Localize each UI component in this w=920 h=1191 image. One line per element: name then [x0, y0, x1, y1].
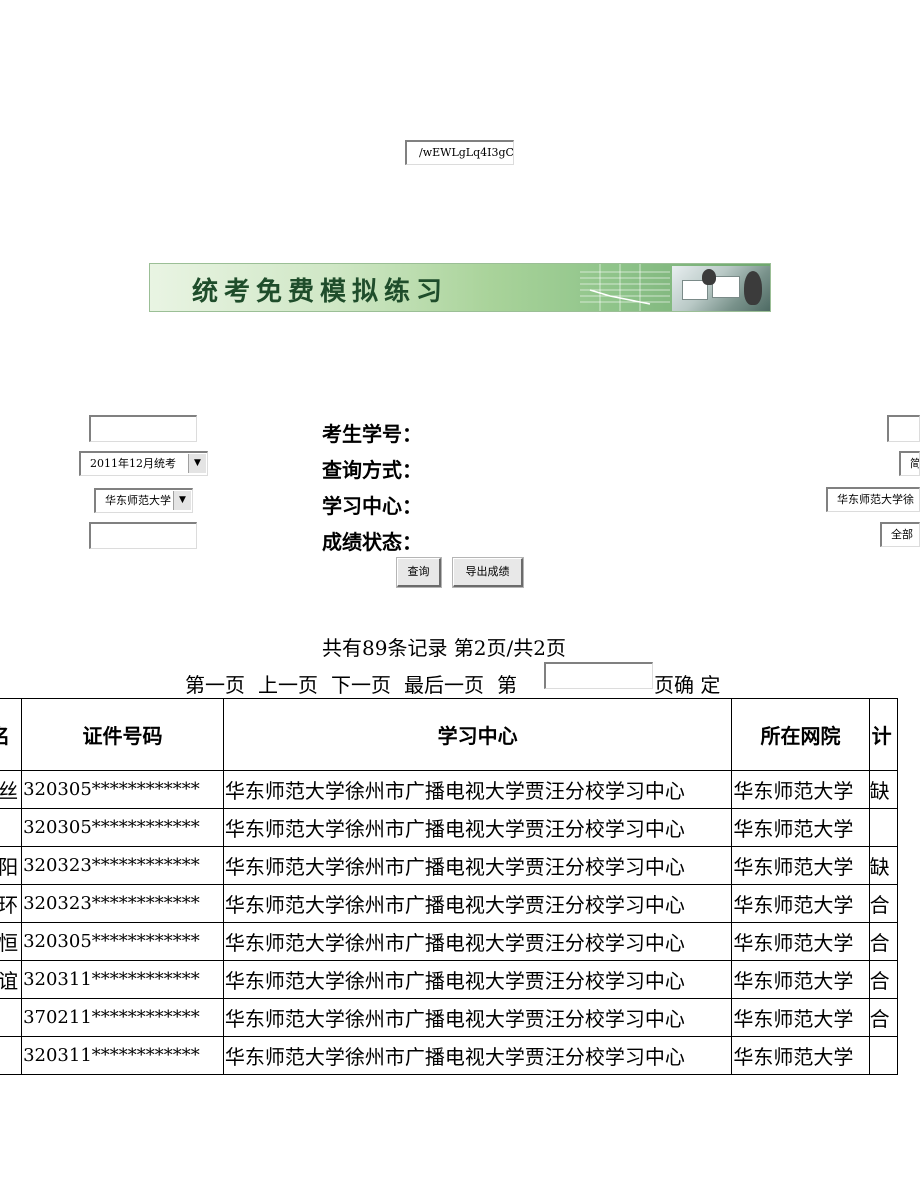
cell-center: 华东师范大学徐州市广播电视大学贾汪分校学习中心 [222, 998, 733, 1037]
school-select-value: 华东师范大学 [105, 494, 171, 507]
label-query-method: 查询方式： [322, 458, 422, 482]
goto-confirm-button[interactable]: 页确 定 [654, 669, 720, 698]
cell-school: 华东师范大学 [731, 960, 870, 999]
cell-plan: 合 [868, 922, 899, 961]
table-row: 320305************ 华东师范大学徐州市广播电视大学贾汪分校学习中… [0, 808, 899, 847]
cell-id: 320323************ [21, 846, 224, 885]
table-row: 320311************ 华东师范大学徐州市广播电视大学贾汪分校学习中… [0, 1036, 899, 1075]
cell-id: 320311************ [21, 1036, 224, 1075]
cell-name [0, 808, 23, 847]
cell-name: 谊 [0, 960, 23, 999]
cell-school: 华东师范大学 [731, 998, 870, 1037]
label-learning-center: 学习中心： [322, 494, 422, 518]
cell-plan: 缺 [868, 770, 899, 809]
label-score-status: 成绩状态： [322, 530, 422, 554]
goto-page-input[interactable] [544, 662, 653, 689]
cell-id: 320305************ [21, 808, 224, 847]
cell-plan [868, 1036, 899, 1075]
cell-id: 320311************ [21, 960, 224, 999]
cell-school: 华东师范大学 [731, 884, 870, 923]
school-select[interactable]: 华东师范大学 ▼ [94, 488, 193, 513]
header-name: 名 [0, 698, 23, 771]
cell-center: 华东师范大学徐州市广播电视大学贾汪分校学习中心 [222, 808, 733, 847]
cell-plan [868, 808, 899, 847]
header-id: 证件号码 [21, 698, 224, 771]
record-summary: 共有89条记录 第2页/共2页 [322, 636, 566, 660]
text-input-left-1[interactable] [89, 415, 197, 442]
query-method-value: 简 [910, 457, 920, 470]
text-input-left-2[interactable] [89, 522, 197, 549]
cell-id: 320323************ [21, 884, 224, 923]
chevron-down-icon[interactable]: ▼ [188, 454, 206, 473]
cell-school: 华东师范大学 [731, 808, 870, 847]
score-status-value: 全部 [891, 528, 913, 541]
banner: 统考免费模拟练习 [149, 263, 771, 312]
cell-name: 恒 [0, 922, 23, 961]
cell-plan: 合 [868, 884, 899, 923]
cell-plan: 合 [868, 998, 899, 1037]
cell-school: 华东师范大学 [731, 770, 870, 809]
pagination-bar: 第一页 上一页 下一页 最后一页第 [185, 669, 517, 698]
cell-id: 320305************ [21, 922, 224, 961]
cell-name [0, 1036, 23, 1075]
cell-name: 环 [0, 884, 23, 923]
cell-school: 华东师范大学 [731, 1036, 870, 1075]
cell-center: 华东师范大学徐州市广播电视大学贾汪分校学习中心 [222, 1036, 733, 1075]
learning-center-select[interactable]: 华东师范大学徐 [826, 487, 920, 512]
cell-center: 华东师范大学徐州市广播电视大学贾汪分校学习中心 [222, 846, 733, 885]
banner-title: 统考免费模拟练习 [192, 277, 449, 307]
cell-center: 华东师范大学徐州市广播电视大学贾汪分校学习中心 [222, 922, 733, 961]
header-center: 学习中心 [222, 698, 733, 771]
student-id-input[interactable] [887, 415, 920, 442]
cell-id: 320305************ [21, 770, 224, 809]
table-row: 谊 320311************ 华东师范大学徐州市广播电视大学贾汪分校学习… [0, 960, 899, 999]
exam-select[interactable]: 2011年12月统考 ▼ [79, 451, 208, 476]
prev-page-link[interactable]: 上一页 [258, 669, 318, 698]
next-page-link[interactable]: 下一页 [331, 669, 391, 698]
query-method-select[interactable]: 简 [899, 451, 920, 476]
cell-center: 华东师范大学徐州市广播电视大学贾汪分校学习中心 [222, 770, 733, 809]
results-table: 名 证件号码 学习中心 所在网院 计 丝320305************华东… [0, 698, 899, 1075]
header-school: 所在网院 [731, 698, 870, 771]
table-row: 370211************ 华东师范大学徐州市广播电视大学贾汪分校学习中… [0, 998, 899, 1037]
table-row: 阳 320323************ 华东师范大学徐州市广播电视大学贾汪分校学习… [0, 846, 899, 885]
banner-decoration [580, 264, 670, 311]
cell-school: 华东师范大学 [731, 922, 870, 961]
cell-plan: 缺 [868, 846, 899, 885]
query-button[interactable]: 查询 [396, 557, 442, 588]
banner-photo [672, 266, 770, 311]
cell-center: 华东师范大学徐州市广播电视大学贾汪分校学习中心 [222, 884, 733, 923]
chevron-down-icon[interactable]: ▼ [173, 491, 191, 510]
score-status-select[interactable]: 全部 [880, 522, 920, 547]
cell-name: 阳 [0, 846, 23, 885]
last-page-link[interactable]: 最后一页 [404, 669, 484, 698]
table-row: 恒 320305************ 华东师范大学徐州市广播电视大学贾汪分校学习… [0, 922, 899, 961]
header-plan: 计 [868, 698, 899, 771]
learning-center-value: 华东师范大学徐 [837, 493, 914, 506]
goto-prefix: 第 [497, 673, 517, 697]
table-row: 丝 320305************ 华东师范大学徐州市广播电视大学贾汪分校学习… [0, 770, 899, 809]
export-button[interactable]: 导出成绩 [452, 557, 524, 588]
cell-center: 华东师范大学徐州市广播电视大学贾汪分校学习中心 [222, 960, 733, 999]
cell-name [0, 998, 23, 1037]
cell-plan: 合 [868, 960, 899, 999]
table-header-row: 名 证件号码 学习中心 所在网院 计 [0, 698, 899, 771]
cell-name: 丝 [0, 770, 23, 809]
table-row: 环 320323************ 华东师范大学徐州市广播电视大学贾汪分校学习… [0, 884, 899, 923]
label-student-id: 考生学号： [322, 422, 422, 446]
exam-select-value: 2011年12月统考 [90, 457, 176, 470]
cell-id: 370211************ [21, 998, 224, 1037]
first-page-link[interactable]: 第一页 [185, 669, 245, 698]
viewstate-field[interactable]: /wEWLgLq4I3gCQ [405, 140, 514, 165]
cell-school: 华东师范大学 [731, 846, 870, 885]
